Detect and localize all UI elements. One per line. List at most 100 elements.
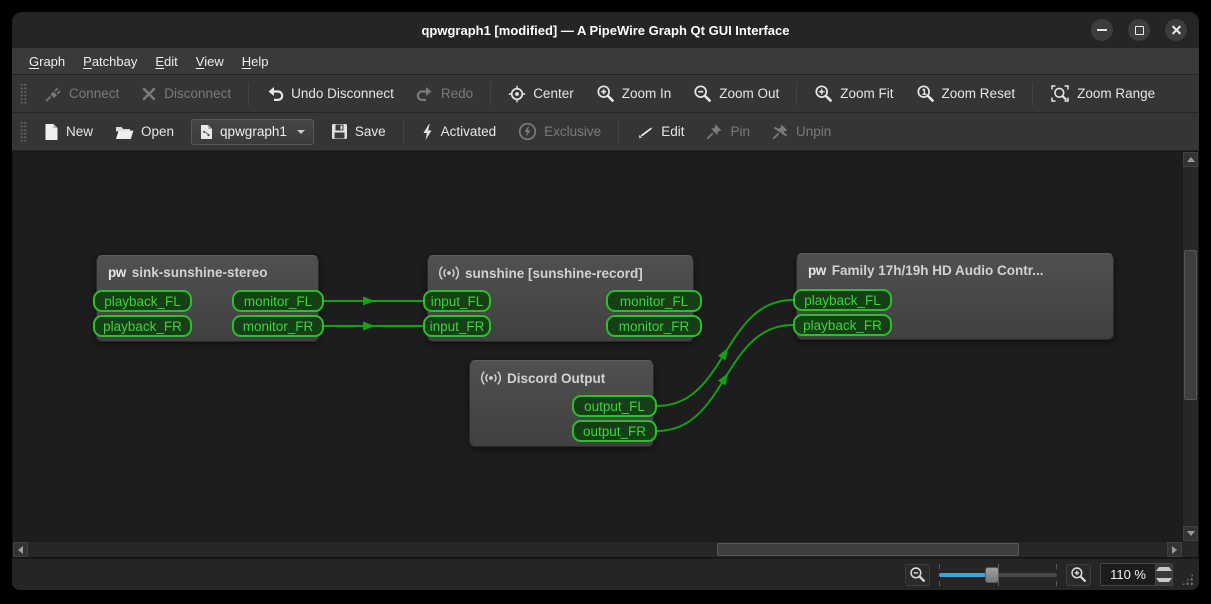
toolbar-separator (402, 119, 404, 144)
window-controls (1091, 19, 1187, 41)
exclusive-bolt-icon (519, 122, 537, 141)
menu-edit[interactable]: Edit (146, 50, 186, 73)
open-button[interactable]: Open (105, 118, 184, 146)
node-port[interactable]: output_FR (572, 420, 657, 442)
slider-tick (1056, 563, 1058, 569)
unpin-button[interactable]: Unpin (762, 117, 841, 146)
node-port[interactable]: monitor_FR (606, 315, 702, 337)
node-port[interactable]: input_FR (423, 315, 491, 337)
scrollbar-corner (1182, 541, 1198, 557)
chevron-down-icon (296, 129, 305, 134)
zoom-in-icon (1071, 567, 1087, 583)
close-button[interactable] (1165, 19, 1187, 41)
toolbar-drag-handle[interactable] (20, 120, 27, 143)
arrow-right-icon (1172, 545, 1177, 554)
edit-button[interactable]: Edit (626, 117, 694, 147)
save-icon (331, 124, 347, 139)
vertical-scrollbar[interactable] (1182, 152, 1198, 541)
zoom-reset-button[interactable]: Zoom Reset (906, 78, 1026, 109)
zoom-slider[interactable] (939, 563, 1058, 586)
minimize-button[interactable] (1091, 19, 1113, 41)
arrow-up-icon (1186, 157, 1195, 162)
menu-patchbay[interactable]: Patchbay (74, 50, 146, 73)
slider-handle[interactable] (985, 566, 1000, 583)
undo-icon (268, 87, 284, 101)
zoom-in-button[interactable]: Zoom In (586, 78, 682, 109)
pin-button[interactable]: Pin (696, 117, 760, 146)
graph-canvas[interactable]: pw sink-sunshine-stereo sunshine [sunshi… (12, 151, 1199, 558)
center-button[interactable]: Center (498, 79, 584, 109)
node-title: sink-sunshine-stereo (131, 265, 268, 280)
connection-wires (324, 296, 794, 432)
activated-bolt-icon (423, 123, 432, 140)
zoom-range-button[interactable]: Zoom Range (1040, 78, 1165, 109)
window-title: qpwgraph1 [modified] — A PipeWire Graph … (421, 22, 790, 38)
node-port[interactable]: playback_FR (793, 314, 892, 336)
activated-button[interactable]: Activated (411, 117, 507, 147)
close-icon (1171, 25, 1182, 36)
horizontal-scrollbar[interactable] (13, 541, 1182, 557)
exclusive-button[interactable]: Exclusive (508, 116, 611, 147)
scroll-up-button[interactable] (1183, 152, 1198, 167)
statusbar-zoom-out-button[interactable] (905, 563, 931, 586)
toolbar-separator (618, 119, 620, 144)
zoom-range-icon (1051, 85, 1069, 102)
pin-icon (707, 124, 722, 140)
spin-up-button[interactable] (1156, 564, 1172, 575)
node-port[interactable]: output_FL (572, 395, 657, 417)
spin-buttons (1155, 564, 1172, 585)
scroll-left-button[interactable] (13, 542, 28, 557)
disconnect-button[interactable]: Disconnect (131, 80, 241, 108)
redo-icon (416, 87, 432, 101)
save-button[interactable]: Save (321, 117, 396, 146)
node-port[interactable]: playback_FL (93, 290, 192, 312)
graph-toolbar: Connect Disconnect Undo Disconnect Redo (12, 75, 1199, 113)
zoom-out-button[interactable]: Zoom Out (683, 78, 789, 109)
menu-help[interactable]: Help (233, 50, 278, 73)
statusbar: 110 % (12, 558, 1199, 590)
arrow-down-icon (1186, 531, 1195, 536)
app-window: qpwgraph1 [modified] — A PipeWire Graph … (12, 12, 1199, 590)
undo-disconnect-button[interactable]: Undo Disconnect (256, 79, 404, 108)
zoom-percent-spinbox[interactable]: 110 % (1100, 563, 1173, 586)
new-button[interactable]: New (34, 117, 103, 147)
statusbar-zoom-in-button[interactable] (1066, 563, 1092, 586)
toolbar-drag-handle[interactable] (20, 82, 27, 105)
patchbay-file-icon (201, 124, 213, 139)
slider-tick (939, 563, 941, 569)
new-file-icon (45, 123, 58, 140)
titlebar: qpwgraph1 [modified] — A PipeWire Graph … (12, 12, 1199, 48)
unpin-icon (772, 124, 788, 140)
node-port[interactable]: playback_FR (93, 315, 192, 337)
node-port[interactable]: monitor_FL (232, 290, 324, 312)
vertical-scroll-thumb[interactable] (1184, 250, 1197, 400)
patchbay-file-dropdown[interactable]: qpwgraph1 (191, 118, 314, 145)
zoom-out-icon (910, 567, 926, 583)
maximize-button[interactable] (1128, 19, 1150, 41)
node-port[interactable]: monitor_FL (606, 290, 702, 312)
node-port[interactable]: monitor_FR (232, 315, 324, 337)
patchbay-toolbar: New Open qpwgraph1 Save Activated Exclus… (12, 113, 1199, 151)
minimize-icon (1097, 29, 1107, 31)
zoom-percent-value[interactable]: 110 % (1101, 564, 1155, 585)
spin-down-button[interactable] (1156, 575, 1172, 586)
menu-graph[interactable]: Graph (20, 50, 74, 73)
menubar: Graph Patchbay Edit View Help (12, 48, 1199, 75)
arrow-down-icon (1156, 577, 1172, 582)
broadcast-icon (481, 371, 501, 385)
scroll-right-button[interactable] (1167, 542, 1182, 557)
node-title: sunshine [sunshine-record] (465, 265, 643, 281)
arrow-up-icon (1156, 567, 1172, 572)
redo-button[interactable]: Redo (406, 79, 483, 108)
node-port[interactable]: playback_FL (793, 289, 892, 311)
connect-button[interactable]: Connect (34, 79, 129, 109)
menu-view[interactable]: View (187, 50, 233, 73)
window-resize-grip[interactable] (1181, 573, 1194, 586)
edit-pencil-icon (638, 126, 653, 138)
horizontal-scroll-thumb[interactable] (717, 543, 1019, 556)
zoom-fit-icon (815, 85, 833, 102)
maximize-icon (1134, 25, 1144, 35)
zoom-fit-button[interactable]: Zoom Fit (804, 78, 903, 109)
node-port[interactable]: input_FL (423, 290, 491, 312)
scroll-down-button[interactable] (1183, 526, 1198, 541)
